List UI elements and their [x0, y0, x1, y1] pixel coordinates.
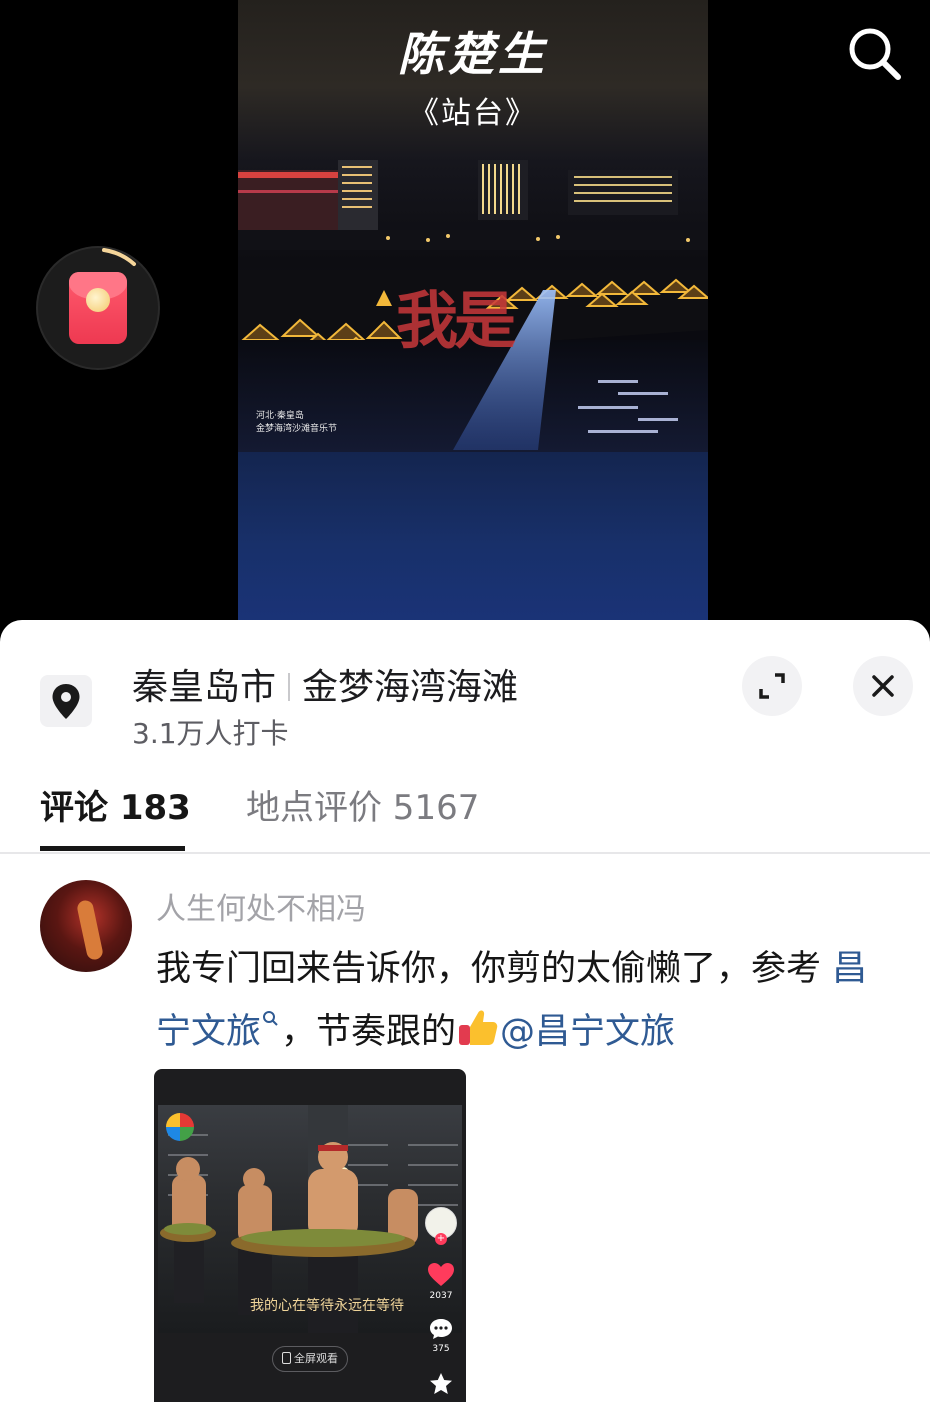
location-pin-box — [40, 675, 92, 727]
comment-bubble-icon — [430, 1319, 452, 1339]
active-tab-indicator — [40, 846, 185, 851]
tab-comments[interactable]: 评论 183 — [40, 780, 191, 829]
video-player[interactable]: 陈楚生 《站台》 我是 河北·秦皇岛 金梦海湾沙滩音乐节 — [0, 0, 930, 640]
fullscreen-icon — [282, 1352, 291, 1364]
channel-logo — [166, 1113, 194, 1141]
red-packet-button[interactable] — [38, 248, 158, 368]
red-packet-icon — [69, 272, 127, 344]
thumbs-up-icon — [459, 1010, 498, 1045]
video-frame[interactable]: 陈楚生 《站台》 我是 河北·秦皇岛 金梦海湾沙滩音乐节 — [238, 0, 708, 622]
comment-text-1: 我专门回来告诉你，你剪的太偷懒了，参考 — [156, 949, 822, 989]
video-title: 陈楚生 — [398, 27, 548, 81]
star-icon — [430, 1373, 452, 1394]
favorite-button[interactable] — [424, 1371, 458, 1400]
close-icon — [872, 675, 894, 697]
comment-button[interactable]: 375 — [424, 1317, 458, 1354]
location-sheet: 秦皇岛市 金梦海湾海滩 3.1万人打卡 评论 183 地点评价 5167 人生何处… — [0, 620, 930, 1402]
comment-text-2: ，节奏跟的 — [281, 1012, 457, 1052]
video-caption: 河北·秦皇岛 金梦海湾沙滩音乐节 — [256, 410, 337, 436]
expand-button[interactable] — [742, 656, 802, 716]
tab-bar: 评论 183 地点评价 5167 — [0, 770, 930, 854]
comment-username[interactable]: 人生何处不相冯 — [156, 884, 366, 928]
search-icon — [849, 28, 901, 80]
attached-video-caption: 我的心在等待永远在等待 — [250, 1298, 404, 1314]
tab-place-reviews[interactable]: 地点评价 5167 — [246, 780, 479, 829]
location-city: 秦皇岛市 — [132, 667, 277, 708]
video-caption-line1: 河北·秦皇岛 — [256, 411, 304, 421]
small-search-icon — [263, 1011, 278, 1026]
like-button[interactable]: 2037 — [424, 1262, 458, 1301]
video-bottom-area — [238, 452, 708, 622]
avatar[interactable] — [40, 880, 132, 972]
location-title[interactable]: 秦皇岛市 金梦海湾海滩 — [132, 658, 518, 710]
location-pin-icon — [52, 684, 80, 719]
attached-video-screen: 我的心在等待永远在等待 — [158, 1105, 462, 1333]
like-count: 2037 — [429, 1291, 453, 1301]
close-button[interactable] — [853, 656, 913, 716]
search-button[interactable] — [840, 20, 910, 90]
city-skyline — [238, 160, 708, 250]
title-divider — [288, 673, 291, 701]
video-overlay-text: 我是 — [396, 284, 516, 357]
video-caption-line2: 金梦海湾沙滩音乐节 — [256, 424, 338, 434]
checkin-count: 3.1万人打卡 — [132, 717, 289, 750]
comment-count: 375 — [432, 1344, 450, 1354]
video-subtitle: 《站台》 — [409, 96, 537, 131]
heart-icon — [428, 1263, 454, 1286]
fullscreen-button[interactable]: 全屏观看 — [272, 1346, 348, 1372]
attached-video[interactable]: 我的心在等待永远在等待 + 2037 375 全屏观看 — [154, 1069, 466, 1402]
mention-link[interactable]: @昌宁文旅 — [500, 1012, 675, 1052]
location-place: 金梦海湾海滩 — [302, 667, 519, 708]
comment-body: 我专门回来告诉你，你剪的太偷懒了，参考 昌宁文旅 ，节奏跟的 @昌宁文旅 — [156, 938, 896, 1064]
expand-icon — [759, 673, 785, 699]
fullscreen-label: 全屏观看 — [294, 1352, 338, 1365]
video-author-avatar[interactable]: + — [424, 1207, 458, 1245]
